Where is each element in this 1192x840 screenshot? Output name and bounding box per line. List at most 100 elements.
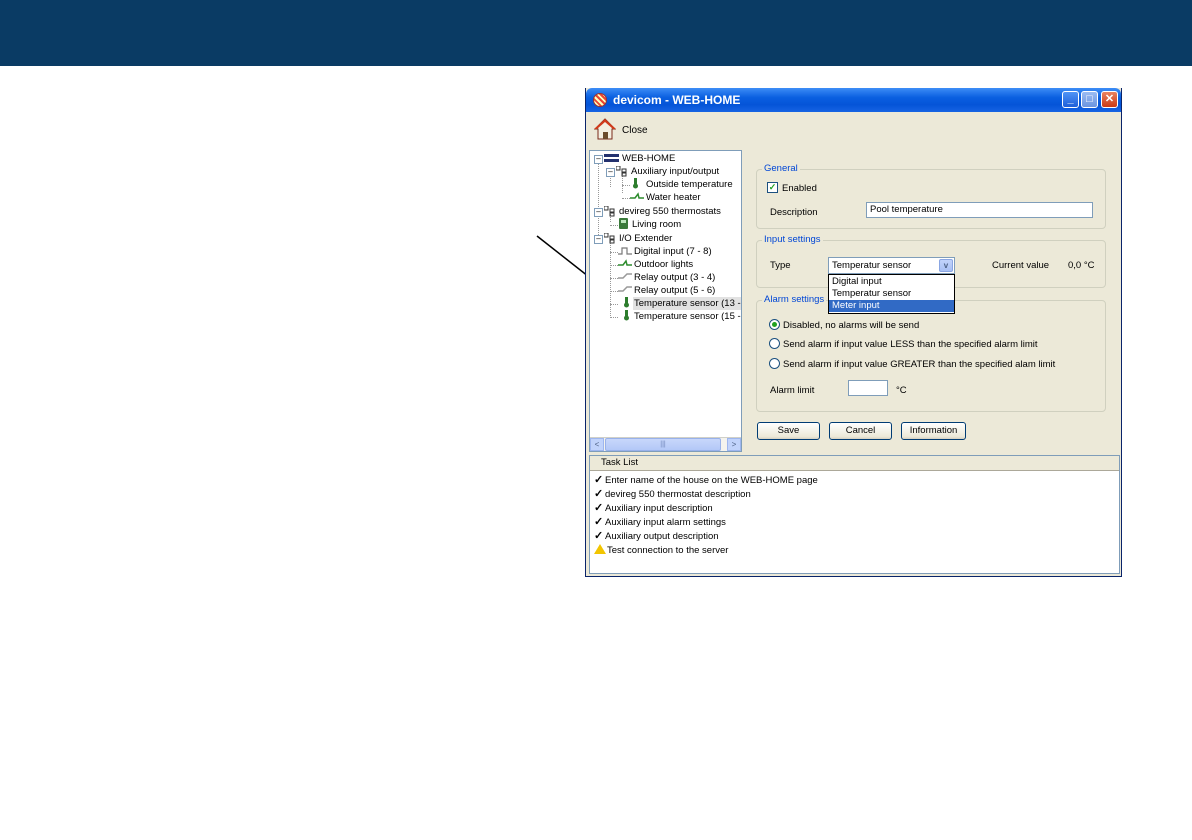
alarm-limit-input[interactable] — [848, 380, 888, 396]
alarm-disabled-label: Disabled, no alarms will be send — [783, 320, 920, 331]
pulse-icon — [618, 247, 632, 255]
task-item: ✓ Auxiliary input description — [594, 502, 713, 514]
scroll-right-button[interactable]: > — [727, 438, 741, 451]
scroll-left-button[interactable]: < — [590, 438, 604, 451]
alarm-settings-title: Alarm settings — [762, 294, 827, 305]
tree-item-io-extender[interactable]: I/O Extender — [618, 232, 672, 245]
window-title: devicom - WEB-HOME — [613, 93, 741, 107]
alarm-limit-label: Alarm limit — [770, 385, 815, 396]
type-select[interactable]: Temperatur sensor v — [828, 257, 955, 274]
tree-collapse-toggle[interactable]: – — [594, 208, 603, 217]
alarm-disabled-radio[interactable] — [769, 319, 780, 330]
device-tree[interactable]: – WEB-HOME – Auxiliary input/output Outs… — [589, 150, 742, 452]
checkmark-icon: ✓ — [594, 530, 604, 542]
top-banner — [0, 0, 1192, 66]
type-select-value: Temperatur sensor — [832, 260, 912, 271]
task-item: Test connection to the server — [594, 543, 728, 557]
app-window: devicom - WEB-HOME _ □ ✕ Close – WEB-HOM… — [585, 88, 1122, 577]
type-option-digital-input[interactable]: Digital input — [829, 276, 954, 288]
hierarchy-icon — [616, 166, 627, 177]
alarm-less-label: Send alarm if input value LESS than the … — [783, 339, 1038, 350]
task-item: ✓ devireg 550 thermostat description — [594, 488, 751, 500]
tree-item-living-room[interactable]: Living room — [631, 218, 681, 231]
type-dropdown-list: Digital input Temperatur sensor Meter in… — [828, 274, 955, 314]
checkmark-icon: ✓ — [594, 488, 604, 500]
input-settings-title: Input settings — [762, 234, 823, 245]
alarm-less-radio[interactable] — [769, 338, 780, 349]
tree-item-aux-io[interactable]: Auxiliary input/output — [630, 165, 719, 178]
maximize-button[interactable]: □ — [1081, 91, 1098, 108]
current-value: 0,0 °C — [1068, 260, 1095, 271]
chevron-down-icon[interactable]: v — [939, 259, 953, 272]
current-value-label: Current value — [992, 260, 1050, 271]
tree-line — [610, 252, 618, 253]
thermometer-icon — [633, 178, 638, 189]
checkmark-icon: ✓ — [594, 516, 604, 528]
enabled-checkbox[interactable]: ✓ — [767, 182, 778, 193]
close-toolbar-label[interactable]: Close — [622, 125, 648, 136]
tree-line — [622, 185, 630, 186]
checkmark-icon: ✓ — [594, 474, 604, 486]
network-icon — [604, 154, 619, 162]
tree-item-outside-temperature[interactable]: Outside temperature — [645, 178, 733, 191]
tree-line — [610, 291, 618, 292]
tree-line — [610, 278, 618, 279]
tree-item-temperature-sensor-13[interactable]: Temperature sensor (13 - — [633, 297, 741, 310]
switch-on-icon — [618, 259, 632, 266]
task-list-panel: Task List ✓ Enter name of the house on th… — [589, 455, 1120, 574]
switch-on-icon — [630, 192, 644, 199]
tree-line — [610, 304, 618, 305]
hierarchy-icon — [604, 206, 615, 217]
tree-item-devireg-thermostats[interactable]: devireg 550 thermostats — [618, 205, 721, 218]
task-item: ✓ Auxiliary output description — [594, 530, 719, 542]
thermometer-icon — [624, 297, 629, 308]
task-list-header: Task List — [590, 456, 1119, 471]
tree-item-relay-output-56[interactable]: Relay output (5 - 6) — [633, 284, 715, 297]
tree-collapse-toggle[interactable]: – — [594, 235, 603, 244]
checkmark-icon: ✓ — [594, 502, 604, 514]
tree-line — [610, 317, 618, 318]
cancel-button[interactable]: Cancel — [829, 422, 892, 440]
tree-item-relay-output-34[interactable]: Relay output (3 - 4) — [633, 271, 715, 284]
description-label: Description — [770, 207, 818, 218]
type-label: Type — [770, 260, 791, 271]
alarm-limit-unit: °C — [896, 385, 907, 396]
general-group-title: General — [762, 163, 800, 174]
tree-line — [598, 159, 599, 235]
alarm-greater-radio[interactable] — [769, 358, 780, 369]
save-button[interactable]: Save — [757, 422, 820, 440]
tree-line — [610, 225, 618, 226]
enabled-label: Enabled — [782, 183, 817, 194]
tree-item-water-heater[interactable]: Water heater — [645, 191, 701, 204]
scroll-thumb[interactable]: ||| — [605, 438, 721, 451]
title-bar[interactable]: devicom - WEB-HOME _ □ ✕ — [586, 88, 1121, 112]
devicom-logo-icon — [593, 93, 607, 107]
tree-line — [610, 265, 618, 266]
tree-collapse-toggle[interactable]: – — [606, 168, 615, 177]
type-option-meter-input[interactable]: Meter input — [829, 300, 954, 312]
minimize-button[interactable]: _ — [1062, 91, 1079, 108]
tree-item-digital-input[interactable]: Digital input (7 - 8) — [633, 245, 712, 258]
tree-collapse-toggle[interactable]: – — [594, 155, 603, 164]
window-close-button[interactable]: ✕ — [1101, 91, 1118, 108]
hierarchy-icon — [604, 233, 615, 244]
information-button[interactable]: Information — [901, 422, 966, 440]
toolbar: Close — [586, 112, 1121, 146]
tree-line — [622, 198, 630, 199]
switch-off-icon — [618, 286, 632, 292]
tree-item-temperature-sensor-15[interactable]: Temperature sensor (15 - — [633, 310, 741, 323]
description-input[interactable]: Pool temperature — [866, 202, 1093, 218]
general-group: General — [756, 163, 1106, 229]
alarm-greater-label: Send alarm if input value GREATER than t… — [783, 359, 1056, 370]
tree-item-outdoor-lights[interactable]: Outdoor lights — [633, 258, 693, 271]
warning-icon — [594, 544, 606, 554]
task-item: ✓ Auxiliary input alarm settings — [594, 516, 726, 528]
house-icon[interactable] — [594, 117, 616, 141]
switch-off-icon — [618, 273, 632, 279]
tree-item-web-home[interactable]: WEB-HOME — [621, 152, 675, 165]
tree-horizontal-scrollbar[interactable]: < ||| > — [590, 437, 741, 451]
type-option-temperatur-sensor[interactable]: Temperatur sensor — [829, 288, 954, 300]
thermostat-icon — [619, 218, 628, 229]
thermometer-icon — [624, 310, 629, 321]
task-item: ✓ Enter name of the house on the WEB-HOME… — [594, 474, 818, 486]
